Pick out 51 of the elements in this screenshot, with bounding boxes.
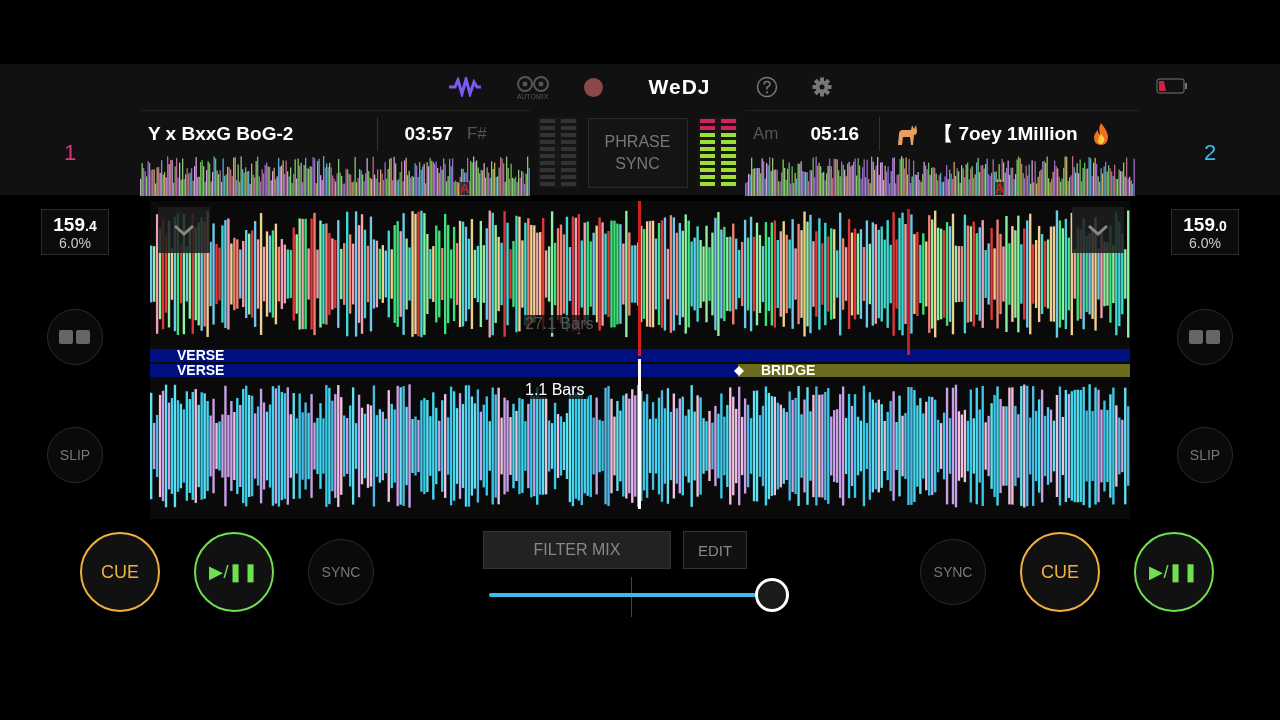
track-key: Am — [753, 123, 779, 144]
deck-number: 2 — [1202, 138, 1218, 167]
waveform-icon[interactable] — [447, 77, 482, 97]
layout-toggle-button[interactable] — [47, 309, 103, 365]
phrase-sync-button[interactable]: PHRASE SYNC — [587, 117, 688, 188]
meter-fill — [699, 119, 715, 186]
phrase-label: VERSE — [176, 349, 225, 362]
settings-icon[interactable] — [812, 77, 833, 97]
record-button[interactable] — [583, 77, 603, 97]
deck-menu-button[interactable] — [1072, 207, 1124, 253]
pitch-percent: 6.0% — [59, 235, 91, 250]
sync-button[interactable]: SYNC — [308, 539, 374, 605]
deck-number: 1 — [62, 138, 78, 167]
overview-waveform-drawing[interactable] — [140, 156, 530, 196]
cue-marker: A — [995, 182, 1005, 195]
play-pause-button[interactable]: ▶/❚❚ — [194, 532, 274, 612]
sync-button[interactable]: SYNC — [920, 539, 986, 605]
phrase-label: VERSE — [176, 364, 225, 377]
crossfader-thumb[interactable] — [754, 578, 789, 612]
slip-button[interactable]: SLIP — [1177, 427, 1233, 483]
deck-menu-button[interactable] — [158, 207, 210, 253]
pitch-percent: 6.0% — [1189, 235, 1221, 250]
layout-toggle-button[interactable] — [1177, 309, 1233, 365]
slip-button[interactable]: SLIP — [47, 427, 103, 483]
cue-marker: A — [460, 182, 470, 195]
track-key: F# — [467, 123, 487, 144]
chevron-down-icon — [173, 224, 195, 236]
help-icon[interactable] — [756, 76, 779, 98]
automix-icon[interactable] — [515, 74, 550, 93]
diamond-icon — [733, 364, 745, 377]
phrase-label: BRIDGE — [760, 364, 816, 377]
app-logo: WeDJ — [648, 75, 711, 99]
bpm-value: 159.0 — [1183, 214, 1227, 236]
track-title: 【 7oey 1Million — [934, 121, 1078, 146]
chevron-down-icon — [1087, 224, 1109, 236]
track-title: Y x BxxG BoG-2 — [148, 122, 294, 145]
cue-button[interactable]: CUE — [80, 532, 160, 612]
meter-fill — [720, 119, 736, 186]
filter-mix-button[interactable]: FILTER MIX — [483, 531, 671, 569]
play-pause-button[interactable]: ▶/❚❚ — [1134, 532, 1214, 612]
track-time: 03:57 — [404, 122, 453, 145]
fire-icon — [1091, 121, 1110, 146]
bpm-value: 159.4 — [53, 214, 97, 236]
squares-icon — [59, 329, 91, 345]
battery-icon — [1156, 78, 1188, 94]
squares-icon — [1189, 329, 1221, 345]
overview-waveform-drawing[interactable] — [745, 156, 1135, 196]
track-time: 05:16 — [810, 122, 860, 145]
cue-button[interactable]: CUE — [1020, 532, 1100, 612]
bar-count: 27.1 Bars — [522, 315, 597, 333]
edit-button[interactable]: EDIT — [683, 531, 747, 569]
